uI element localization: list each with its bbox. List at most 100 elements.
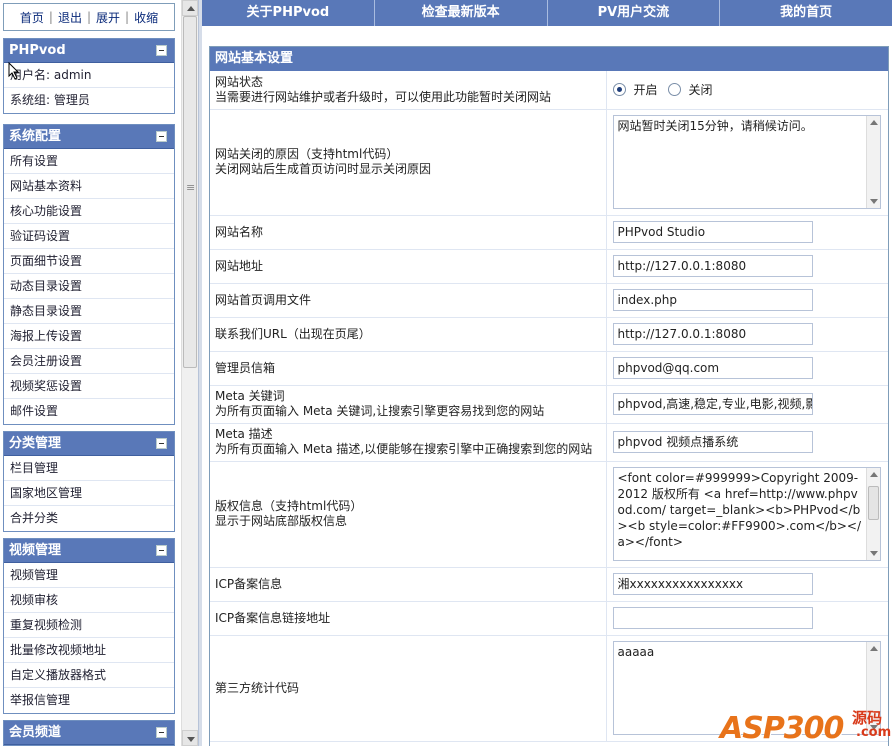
status-off-label: 关闭 <box>688 83 713 98</box>
icp-input[interactable]: 湘xxxxxxxxxxxxxxxx <box>612 573 813 595</box>
site-url-input[interactable]: http://127.0.0.1:8080 <box>612 255 813 277</box>
scroll-thumb[interactable] <box>183 16 197 368</box>
mouse-cursor-icon <box>8 62 20 80</box>
panel-category: 分类管理 栏目管理 国家地区管理 合并分类 <box>3 431 175 532</box>
contact-url-input[interactable]: http://127.0.0.1:8080 <box>612 323 813 345</box>
top-nav: 首页 | 退出 | 展开 | 收缩 <box>3 3 175 31</box>
sidebar-item-merge-categories[interactable]: 合并分类 <box>4 506 174 531</box>
status-desc: 当需要进行网站维护或者升级时，可以使用此功能暂时关闭网站 <box>215 89 552 104</box>
collapse-link[interactable]: 收缩 <box>134 9 158 26</box>
main-frame: 关于PHPvod 检查最新版本 PV用户交流 我的首页 网站基本设置 网站状态 … <box>202 0 892 746</box>
status-off-radio[interactable] <box>667 83 681 97</box>
collapse-icon[interactable] <box>156 131 167 142</box>
meta-description-desc: 为所有页面输入 Meta 描述,以便能够在搜索引擎中正确搜索到您的网站 <box>215 442 593 456</box>
sidebar-item-regions[interactable]: 国家地区管理 <box>4 481 174 506</box>
meta-keywords-input[interactable]: phpvod,高速,稳定,专业,电影,视频,影 <box>612 393 813 415</box>
meta-description-label-cell: Meta 描述 为所有页面输入 Meta 描述,以便能够在搜索引擎中正确搜索到您… <box>210 423 607 462</box>
meta-keywords-label: Meta 关键词 <box>215 389 285 403</box>
status-radio-group: 开启 关闭 <box>612 81 889 98</box>
logout-link[interactable]: 退出 <box>58 9 82 26</box>
index-file-input[interactable]: index.php <box>612 289 813 311</box>
panel-member: 会员频道 <box>3 720 175 746</box>
settings-form: 网站基本设置 网站状态 当需要进行网站维护或者升级时，可以使用此功能暂时关闭网站… <box>209 46 889 746</box>
watermark-com: .com <box>856 725 892 740</box>
panel-header-category[interactable]: 分类管理 <box>4 432 174 456</box>
form-title: 网站基本设置 <box>210 47 888 71</box>
icp-label: ICP备案信息 <box>210 567 607 602</box>
meta-description-input[interactable]: phpvod 视频点播系统 <box>612 431 813 453</box>
site-name-input[interactable]: PHPvod Studio <box>612 221 813 243</box>
top-tabs: 关于PHPvod 检查最新版本 PV用户交流 我的首页 <box>202 0 892 26</box>
index-file-label: 网站首页调用文件 <box>210 283 607 318</box>
panel-video: 视频管理 视频管理 视频审核 重复视频检测 批量修改视频地址 自定义播放器格式 … <box>3 538 175 714</box>
collapse-icon[interactable] <box>156 545 167 556</box>
collapse-icon[interactable] <box>156 438 167 449</box>
icp-link-label: ICP备案信息链接地址 <box>210 601 607 636</box>
watermark-logo: ASP300 源码 .com <box>720 705 892 746</box>
scroll-up-icon[interactable] <box>182 0 198 16</box>
sidebar-item-static-dir[interactable]: 静态目录设置 <box>4 299 174 324</box>
site-url-label: 网站地址 <box>210 249 607 284</box>
panel-system: 系统配置 所有设置 网站基本资料 核心功能设置 验证码设置 页面细节设置 动态目… <box>3 124 175 425</box>
sidebar: 首页 | 退出 | 展开 | 收缩 PHPvod 用户名: admin 系统组: 管理… <box>0 0 180 746</box>
textarea-scrollbar[interactable] <box>865 116 880 208</box>
sidebar-item-dynamic-dir[interactable]: 动态目录设置 <box>4 274 174 299</box>
sidebar-item-video-rewards[interactable]: 视频奖惩设置 <box>4 374 174 399</box>
textarea-scrollbar[interactable] <box>865 468 880 560</box>
meta-description-label: Meta 描述 <box>215 427 273 441</box>
panel-phpvod: PHPvod 用户名: admin 系统组: 管理员 <box>3 38 175 114</box>
sidebar-item-mail-settings[interactable]: 邮件设置 <box>4 399 174 424</box>
panel-header-video[interactable]: 视频管理 <box>4 539 174 563</box>
sidebar-item-captcha[interactable]: 验证码设置 <box>4 224 174 249</box>
sidebar-item-columns[interactable]: 栏目管理 <box>4 456 174 481</box>
status-label-cell: 网站状态 当需要进行网站维护或者升级时，可以使用此功能暂时关闭网站 <box>210 71 607 110</box>
sidebar-item-member-registration[interactable]: 会员注册设置 <box>4 349 174 374</box>
sidebar-item-poster-upload[interactable]: 海报上传设置 <box>4 324 174 349</box>
contact-url-label: 联系我们URL（出现在页尾） <box>210 317 607 352</box>
sidebar-item-page-details[interactable]: 页面细节设置 <box>4 249 174 274</box>
status-on-label: 开启 <box>633 83 658 98</box>
site-name-label: 网站名称 <box>210 215 607 250</box>
sidebar-item-basic-info[interactable]: 网站基本资料 <box>4 174 174 199</box>
panel-header-phpvod[interactable]: PHPvod <box>4 39 174 63</box>
expand-link[interactable]: 展开 <box>96 9 120 26</box>
close-reason-label: 网站关闭的原因（支持html代码） <box>215 147 399 161</box>
sidebar-scrollbar[interactable] <box>181 0 198 746</box>
collapse-icon[interactable] <box>156 727 167 738</box>
meta-keywords-desc: 为所有页面输入 Meta 关键词,让搜索引擎更容易找到您的网站 <box>215 404 545 418</box>
sidebar-item-batch-edit-url[interactable]: 批量修改视频地址 <box>4 638 174 663</box>
tab-my-home[interactable]: 我的首页 <box>720 0 892 26</box>
username-info: 用户名: admin <box>4 63 174 88</box>
home-link[interactable]: 首页 <box>20 9 44 26</box>
scroll-down-icon[interactable] <box>182 730 198 746</box>
sidebar-item-all-settings[interactable]: 所有设置 <box>4 149 174 174</box>
watermark-word: ASP300 <box>720 711 844 746</box>
copyright-label: 版权信息（支持html代码） <box>215 499 363 513</box>
meta-keywords-label-cell: Meta 关键词 为所有页面输入 Meta 关键词,让搜索引擎更容易找到您的网站 <box>210 385 607 424</box>
admin-email-label: 管理员信箱 <box>210 351 607 386</box>
copyright-textarea[interactable]: <font color=#999999>Copyright 2009-2012 … <box>612 467 881 561</box>
close-reason-desc: 关闭网站后生成首页访问时显示关闭原因 <box>215 162 432 176</box>
sidebar-item-core-functions[interactable]: 核心功能设置 <box>4 199 174 224</box>
tab-community[interactable]: PV用户交流 <box>548 0 721 26</box>
group-info: 系统组: 管理员 <box>10 93 90 107</box>
collapse-icon[interactable] <box>156 45 167 56</box>
sidebar-item-video-review[interactable]: 视频审核 <box>4 588 174 613</box>
close-reason-textarea[interactable]: 网站暂时关闭15分钟，请稍候访问。 <box>612 115 881 209</box>
tab-check-update[interactable]: 检查最新版本 <box>375 0 548 26</box>
sidebar-item-video-manage[interactable]: 视频管理 <box>4 563 174 588</box>
tab-about[interactable]: 关于PHPvod <box>202 0 375 26</box>
sidebar-item-custom-player[interactable]: 自定义播放器格式 <box>4 663 174 688</box>
copyright-label-cell: 版权信息（支持html代码） 显示于网站底部版权信息 <box>210 461 607 568</box>
panel-header-member[interactable]: 会员频道 <box>4 721 174 745</box>
status-on-radio[interactable] <box>612 83 626 97</box>
sidebar-item-reports[interactable]: 举报信管理 <box>4 688 174 713</box>
sidebar-item-duplicate-check[interactable]: 重复视频检测 <box>4 613 174 638</box>
panel-header-system[interactable]: 系统配置 <box>4 125 174 149</box>
status-label: 网站状态 <box>215 74 264 89</box>
stats-code-label: 第三方统计代码 <box>210 635 607 742</box>
copyright-desc: 显示于网站底部版权信息 <box>215 514 348 528</box>
icp-link-input[interactable] <box>612 607 813 629</box>
admin-email-input[interactable]: phpvod@qq.com <box>612 357 813 379</box>
close-reason-label-cell: 网站关闭的原因（支持html代码） 关闭网站后生成首页访问时显示关闭原因 <box>210 109 607 216</box>
